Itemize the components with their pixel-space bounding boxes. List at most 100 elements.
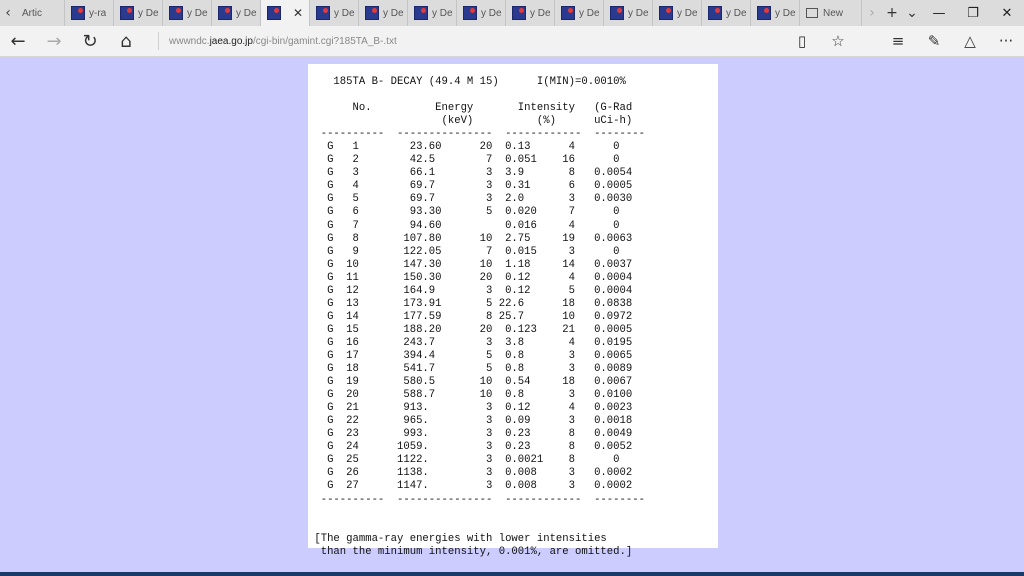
column-header-1: No. Energy Intensity (G-Rad [308, 102, 633, 115]
table-row: G 19 580.5 10 0.54 18 0.0067 [308, 376, 633, 389]
table-row: G 4 69.7 3 0.31 6 0.0005 [308, 180, 633, 193]
table-row: G 3 66.1 3 3.9 8 0.0054 [308, 167, 633, 180]
address-field[interactable]: wwwndc. jaea.go.jp/cgi-bin/gamint.cgi?185… [158, 32, 784, 50]
tab-2[interactable]: y De [114, 0, 163, 26]
footer-line-1: [The gamma-ray energies with lower inten… [308, 532, 607, 545]
tab-4[interactable]: y De [212, 0, 261, 26]
table-row: G 9 122.05 7 0.015 3 0 [308, 245, 620, 258]
home-button[interactable]: ⌂ [108, 26, 144, 57]
tab-14[interactable]: y De [702, 0, 751, 26]
tab-3[interactable]: y De [163, 0, 212, 26]
hub-icon[interactable]: ≡ [880, 26, 916, 57]
tab-16[interactable]: New [800, 0, 862, 26]
tab-12[interactable]: y De [604, 0, 653, 26]
scroll-tabs-left-icon[interactable]: ‹ [0, 0, 16, 26]
site-favicon-icon [757, 6, 771, 20]
back-button[interactable]: ← [0, 26, 36, 57]
more-icon[interactable]: ··· [988, 26, 1024, 57]
new-tab-button[interactable]: + [882, 0, 902, 26]
tab-1[interactable]: y-ra [65, 0, 114, 26]
tab-list: Artic y-ra y De y De y De ✕ y De y De y De y De y … [16, 0, 862, 26]
toolbar-divider [856, 26, 880, 57]
site-favicon-icon [610, 6, 624, 20]
scroll-tabs-right-icon[interactable]: › [862, 0, 882, 26]
tab-title: New [823, 7, 844, 19]
site-favicon-icon [708, 6, 722, 20]
separator-top: ---------- --------------- ------------ … [308, 128, 645, 141]
site-favicon-icon [267, 6, 281, 20]
document-page: 185TA B- DECAY (49.4 M 15) I(MIN)=0.0010… [308, 64, 718, 558]
tab-6[interactable]: y De [310, 0, 359, 26]
table-row: G 15 188.20 20 0.123 21 0.0005 [308, 323, 633, 336]
site-favicon-icon [365, 6, 379, 20]
table-row: G 20 588.7 10 0.8 3 0.0100 [308, 389, 633, 402]
table-row: G 1 23.60 20 0.13 4 0 [308, 141, 620, 154]
table-row: G 2 42.5 7 0.051 16 0 [308, 154, 620, 167]
tab-title: y De [432, 7, 453, 19]
table-row: G 13 173.91 5 22.6 18 0.0838 [308, 297, 633, 310]
tab-title: y De [775, 7, 796, 19]
table-row: G 16 243.7 3 3.8 4 0.0195 [308, 336, 633, 349]
forward-button[interactable]: → [36, 26, 72, 57]
close-window-button[interactable]: ✕ [990, 0, 1024, 26]
table-row: G 7 94.60 0.016 4 0 [308, 219, 620, 232]
table-row: G 17 394.4 5 0.8 3 0.0065 [308, 349, 633, 362]
close-tab-icon[interactable]: ✕ [293, 6, 303, 20]
tab-15[interactable]: y De [751, 0, 800, 26]
table-row: G 22 965. 3 0.09 3 0.0018 [308, 415, 633, 428]
table-row: G 26 1138. 3 0.008 3 0.0002 [308, 467, 633, 480]
table-row: G 23 993. 3 0.23 8 0.0049 [308, 428, 633, 441]
site-favicon-icon [414, 6, 428, 20]
site-favicon-icon [218, 6, 232, 20]
site-favicon-icon [561, 6, 575, 20]
tab-title: y De [579, 7, 600, 19]
minimize-button[interactable]: — [922, 0, 956, 26]
table-row: G 27 1147. 3 0.008 3 0.0002 [308, 480, 633, 493]
tab-9[interactable]: y De [457, 0, 506, 26]
tab-8[interactable]: y De [408, 0, 457, 26]
restore-button[interactable]: ❐ [956, 0, 990, 26]
favorite-star-icon[interactable]: ☆ [820, 26, 856, 57]
header-line: 185TA B- DECAY (49.4 M 15) I(MIN)=0.0010… [308, 76, 626, 88]
table-row: G 11 150.30 20 0.12 4 0.0004 [308, 271, 633, 284]
tab-title: y De [530, 7, 551, 19]
table-row: G 14 177.59 8 25.7 10 0.0972 [308, 310, 633, 323]
share-icon[interactable]: △ [952, 26, 988, 57]
tab-list-chevron-icon[interactable]: ⌄ [902, 0, 922, 26]
table-row: G 18 541.7 5 0.8 3 0.0089 [308, 363, 633, 376]
web-note-icon[interactable]: ✎ [916, 26, 952, 57]
toolbar-right: ▯ ☆ ≡ ✎ △ ··· [784, 26, 1024, 57]
site-favicon-icon [71, 6, 85, 20]
tab-title: y De [677, 7, 698, 19]
tab-title: y De [481, 7, 502, 19]
tab-5[interactable]: ✕ [261, 0, 310, 26]
tab-11[interactable]: y De [555, 0, 604, 26]
separator-bottom: ---------- --------------- ------------ … [308, 493, 645, 506]
tab-title: y De [236, 7, 257, 19]
tab-title: y De [138, 7, 159, 19]
decay-text: 185TA B- DECAY (49.4 M 15) I(MIN)=0.0010… [308, 64, 718, 559]
tab-strip: ‹ Artic y-ra y De y De y De ✕ y De y De y De y De… [0, 0, 1024, 26]
new-tab-page-icon [806, 8, 818, 18]
site-favicon-icon [463, 6, 477, 20]
tab-0[interactable]: Artic [16, 0, 65, 26]
table-row: G 25 1122. 3 0.0021 8 0 [308, 454, 620, 467]
url-path: /cgi-bin/gamint.cgi?185TA_B-.txt [252, 35, 397, 47]
table-row: G 24 1059. 3 0.23 8 0.0052 [308, 441, 633, 454]
table-row: G 10 147.30 10 1.18 14 0.0037 [308, 258, 633, 271]
site-favicon-icon [512, 6, 526, 20]
reading-view-icon[interactable]: ▯ [784, 26, 820, 57]
tab-title: y De [187, 7, 208, 19]
tab-13[interactable]: y De [653, 0, 702, 26]
tab-10[interactable]: y De [506, 0, 555, 26]
tab-7[interactable]: y De [359, 0, 408, 26]
table-row: G 5 69.7 3 2.0 3 0.0030 [308, 193, 633, 206]
address-bar-row: ← → ↻ ⌂ wwwndc. jaea.go.jp/cgi-bin/gamint… [0, 26, 1024, 57]
site-favicon-icon [659, 6, 673, 20]
table-row: G 12 164.9 3 0.12 5 0.0004 [308, 284, 633, 297]
tab-title: y De [628, 7, 649, 19]
refresh-button[interactable]: ↻ [72, 26, 108, 57]
column-header-2: (keV) (%) uCi-h) [308, 115, 633, 128]
site-favicon-icon [169, 6, 183, 20]
tab-title: Artic [22, 7, 42, 19]
